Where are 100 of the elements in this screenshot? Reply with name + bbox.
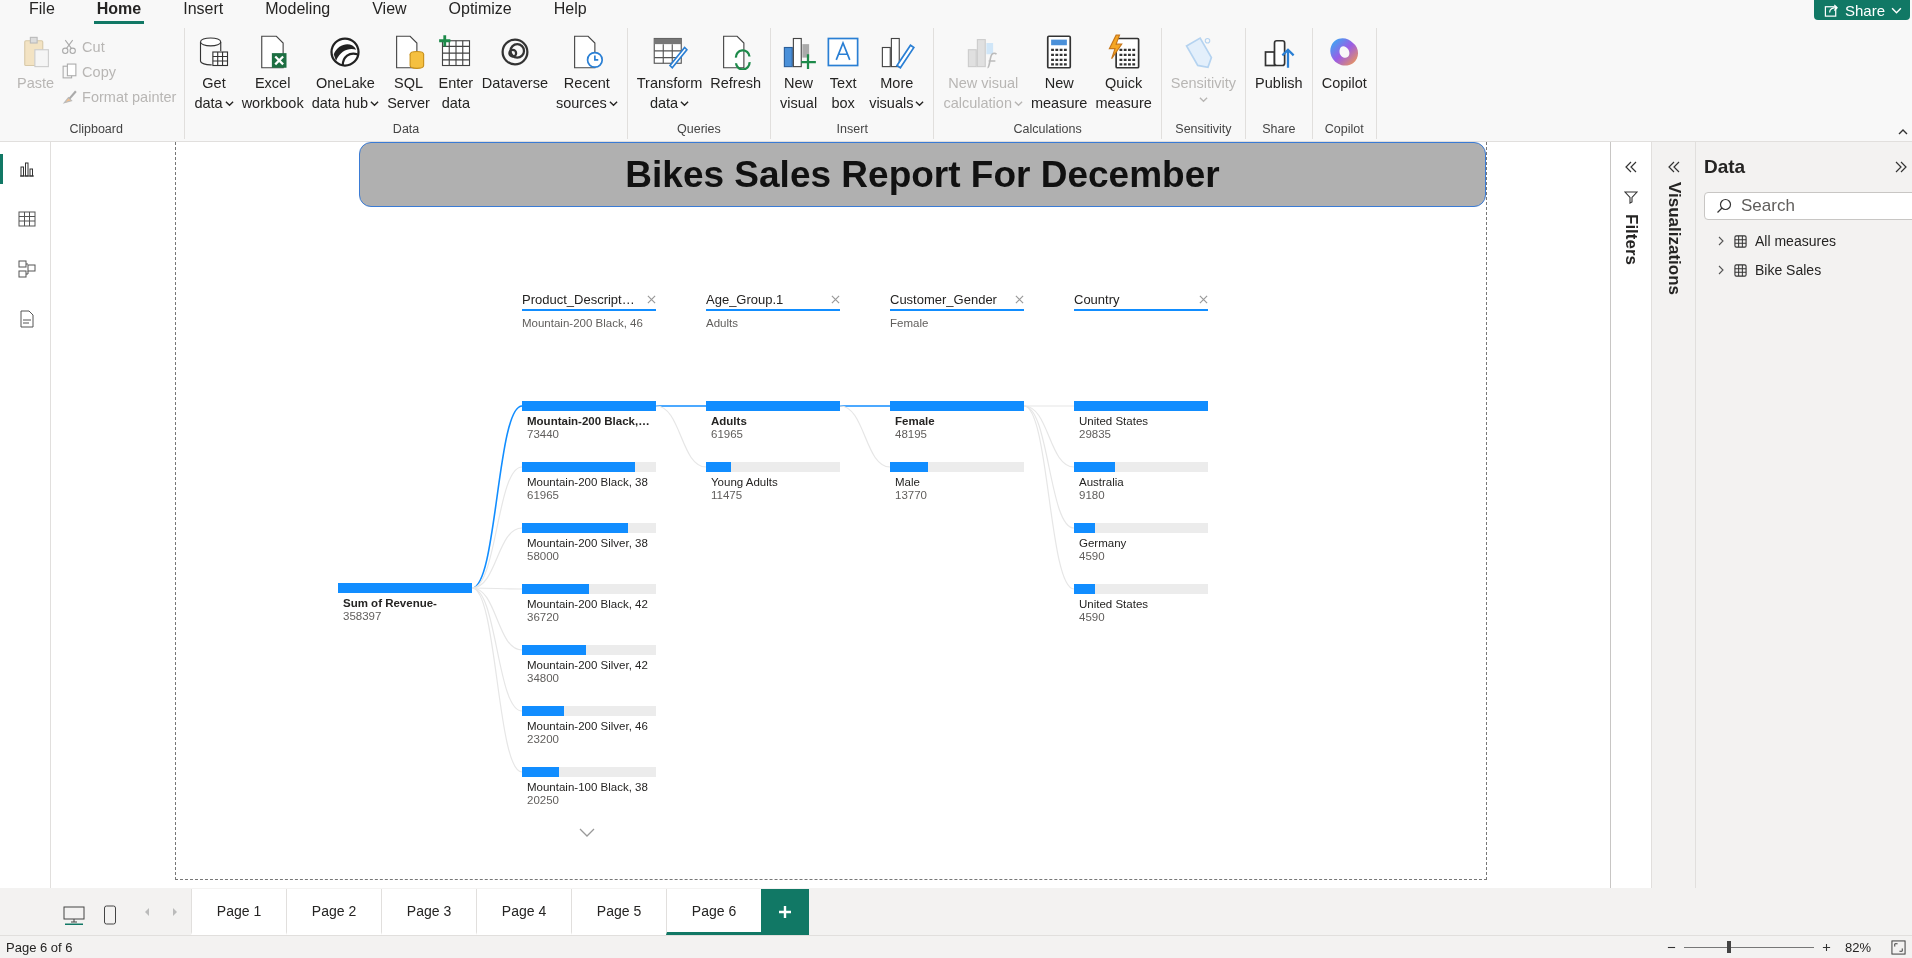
group-label: Calculations <box>1013 122 1082 138</box>
ribbon-button[interactable]: Copilot <box>1318 32 1370 122</box>
menu-tab[interactable]: Modeling <box>262 0 334 24</box>
ribbon-button[interactable]: SQL Server <box>384 32 433 122</box>
tree-node[interactable]: Male 13770 <box>890 462 1024 502</box>
ribbon-button[interactable]: Dataverse <box>478 32 551 122</box>
node-label: United States <box>1078 597 1150 611</box>
filter-icon <box>1624 190 1638 204</box>
collapse-icon[interactable] <box>1624 160 1638 174</box>
slider-thumb[interactable] <box>1727 941 1732 953</box>
node-value: 20250 <box>526 794 560 807</box>
ribbon-button[interactable]: New measure <box>1027 32 1091 122</box>
phone-icon[interactable] <box>103 905 117 925</box>
chevron-up-icon[interactable] <box>1898 127 1908 137</box>
share-button[interactable]: Share <box>1813 0 1910 20</box>
tree-node[interactable]: Young Adults 11475 <box>706 462 840 502</box>
ribbon-button[interactable]: New visual <box>777 32 821 122</box>
share-icon <box>1823 2 1839 18</box>
level-header[interactable]: Customer_Gender <box>890 292 1024 311</box>
group-label: Queries <box>677 122 721 138</box>
level-selection: Mountain-200 Black, 46 <box>522 317 643 329</box>
ribbon-button[interactable]: Refresh <box>707 32 765 122</box>
page-tab[interactable]: Page 6 <box>666 889 761 935</box>
level-header[interactable]: Age_Group.1 <box>706 292 840 311</box>
ribbon-button[interactable]: Excel workbook <box>238 32 307 122</box>
ribbon-button[interactable]: Quick measure <box>1092 32 1155 122</box>
data-tree-item[interactable]: Bike Sales <box>1755 262 1822 278</box>
level-header[interactable]: Product_Descript… <box>522 292 656 311</box>
node-label: Mountain-200 Silver, 38 <box>526 536 649 550</box>
group-label: Copilot <box>1324 122 1364 138</box>
node-label: Germany <box>1078 536 1128 550</box>
close-icon[interactable] <box>1199 295 1208 304</box>
close-icon[interactable] <box>647 295 656 304</box>
level-header[interactable]: Country <box>1074 292 1208 311</box>
node-value: 34800 <box>526 672 560 685</box>
node-label: Adults <box>710 414 748 428</box>
visualizations-pane-tab[interactable]: Visualizations <box>1663 182 1684 296</box>
collapse-icon[interactable] <box>1666 160 1681 174</box>
level-name: Age_Group.1 <box>706 292 784 307</box>
node-value: 4590 <box>1078 611 1106 624</box>
page-tab[interactable]: Page 2 <box>286 889 381 935</box>
data-tree-item[interactable]: All measures <box>1755 233 1836 249</box>
tree-node[interactable]: Female 48195 <box>890 401 1024 441</box>
close-icon[interactable] <box>831 295 840 304</box>
node-value: 23200 <box>526 733 560 746</box>
ribbon-button[interactable]: Publish <box>1252 32 1306 122</box>
chevron-right-icon[interactable] <box>1716 236 1726 246</box>
expand-icon[interactable] <box>1894 160 1908 174</box>
ribbon-button[interactable]: Text box <box>822 32 865 122</box>
chevron-right-icon[interactable] <box>1716 265 1726 275</box>
menu-tab[interactable]: File <box>26 0 58 24</box>
menu-tab[interactable]: Optimize <box>445 0 515 24</box>
page-tab[interactable]: Page 5 <box>571 889 666 935</box>
node-label: Mountain-200 Black, 42 <box>526 597 649 611</box>
tree-node[interactable]: Mountain-200 Black, 38 61965 <box>522 462 656 502</box>
close-icon[interactable] <box>1015 295 1024 304</box>
plus-icon <box>778 905 792 919</box>
copy-icon <box>61 63 79 80</box>
tree-node[interactable]: Adults 61965 <box>706 401 840 441</box>
menu-tab[interactable]: Insert <box>180 0 227 24</box>
tree-node[interactable]: Mountain-200 Silver, 46 23200 <box>522 706 656 746</box>
ribbon-button[interactable]: Get data <box>191 32 237 122</box>
tree-node[interactable]: Australia 9180 <box>1074 462 1208 502</box>
report-title: Bikes Sales Report For December <box>625 153 1220 196</box>
pane-title: Data <box>1704 156 1746 178</box>
fit-to-page-icon[interactable] <box>1891 939 1906 955</box>
tree-node[interactable]: United States 29835 <box>1074 401 1208 441</box>
menu-tab[interactable]: View <box>369 0 410 24</box>
desktop-icon[interactable] <box>63 905 85 925</box>
tree-node[interactable]: United States 4590 <box>1074 584 1208 624</box>
node-label: Female <box>894 414 936 428</box>
ribbon-button[interactable]: Enter data <box>434 32 477 122</box>
ribbon-button[interactable]: OneLake data hub <box>308 32 383 122</box>
node-label: Mountain-200 Black,… <box>526 414 651 428</box>
node-label: Sum of Revenue- <box>342 596 438 610</box>
table-icon <box>1734 263 1747 277</box>
search-field[interactable]: Search <box>1704 192 1912 220</box>
page-tab[interactable]: Page 4 <box>476 889 571 935</box>
tree-node[interactable]: Mountain-200 Silver, 38 58000 <box>522 523 656 563</box>
plus-icon[interactable] <box>1821 942 1831 952</box>
menu-tab[interactable]: Help <box>550 0 590 24</box>
filters-pane-tab[interactable]: Filters <box>1621 214 1641 266</box>
ribbon-button[interactable]: Transform data <box>633 32 706 122</box>
group-label: Clipboard <box>69 122 123 138</box>
page-tab[interactable]: Page 1 <box>191 889 286 935</box>
ribbon-button[interactable]: More visuals <box>866 32 928 122</box>
ribbon-button[interactable]: Recent sources <box>552 32 621 122</box>
page-tab[interactable]: Page 3 <box>381 889 476 935</box>
zoom-level: 82% <box>1844 939 1871 955</box>
scissors-icon <box>61 38 79 55</box>
tree-node[interactable]: Mountain-100 Black, 38 20250 <box>522 767 656 807</box>
tree-node[interactable]: Mountain-200 Black,… 73440 <box>522 401 656 441</box>
tree-node[interactable]: Mountain-200 Silver, 42 34800 <box>522 645 656 685</box>
group-label: Insert <box>836 122 868 138</box>
tree-node[interactable]: Germany 4590 <box>1074 523 1208 563</box>
node-value: 58000 <box>526 550 560 563</box>
node-value: 48195 <box>894 428 928 441</box>
tree-node[interactable]: Mountain-200 Black, 42 36720 <box>522 584 656 624</box>
level-selection: Female <box>890 317 929 329</box>
chevron-down-icon[interactable] <box>579 828 595 838</box>
